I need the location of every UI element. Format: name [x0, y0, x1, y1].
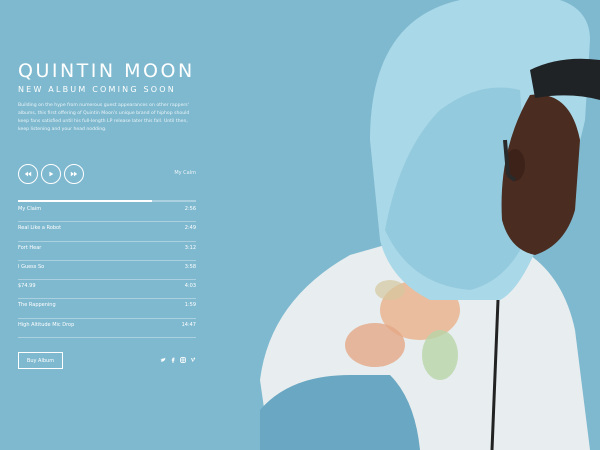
album-description: Building on the hype from numerous guest… — [18, 103, 190, 132]
track-name: My Claim — [18, 206, 42, 212]
track-name: $74.99 — [18, 283, 36, 290]
play-button[interactable] — [41, 164, 61, 184]
jacket-print — [422, 330, 458, 380]
track-duration: 3:58 — [184, 263, 196, 270]
track-row[interactable]: Fort Hear 3:12 — [18, 242, 196, 261]
track-name: Fort Hear — [18, 244, 42, 251]
jacket-print — [375, 280, 405, 300]
social-links — [160, 357, 196, 363]
track-duration: 3:12 — [184, 244, 196, 251]
track-row[interactable]: The Rappening 1:59 — [18, 299, 196, 319]
track-duration: 14:47 — [181, 321, 196, 328]
track-duration: 2:49 — [184, 225, 196, 232]
twitter-icon[interactable] — [160, 357, 166, 363]
vimeo-icon[interactable] — [190, 357, 196, 363]
track-name: The Rappening — [18, 302, 56, 309]
track-row[interactable]: $74.99 4:03 — [18, 280, 196, 300]
track-list: My Claim 2:56 Real Like a Robot 2:49 Fort He… — [18, 203, 196, 339]
fast-forward-button[interactable] — [64, 164, 84, 184]
album-panel: QUINTIN MOON NEW ALBUM COMING SOON Build… — [18, 0, 198, 450]
progress-bar[interactable] — [18, 200, 196, 202]
facebook-icon[interactable] — [170, 357, 176, 363]
rewind-button[interactable] — [18, 164, 38, 184]
progress-fill — [18, 200, 152, 202]
rewind-icon — [24, 171, 32, 177]
player-controls: My Calm — [18, 164, 196, 184]
track-duration: 4:03 — [184, 283, 196, 290]
album-subtitle: NEW ALBUM COMING SOON — [18, 85, 176, 94]
track-duration: 1:59 — [184, 302, 196, 309]
fast-forward-icon — [70, 171, 78, 177]
instagram-icon[interactable] — [180, 357, 186, 363]
track-row[interactable]: Real Like a Robot 2:49 — [18, 222, 196, 242]
track-name: Real Like a Robot — [18, 225, 62, 232]
play-icon — [49, 171, 54, 177]
track-row[interactable]: High Altitude Mic Drop 14:47 — [18, 319, 196, 339]
hero-photo — [260, 0, 600, 450]
track-duration: 2:56 — [184, 206, 196, 212]
track-row[interactable]: My Claim 2:56 — [18, 203, 196, 223]
page: QUINTIN MOON NEW ALBUM COMING SOON Build… — [0, 0, 600, 450]
now-playing-label: My Calm — [174, 170, 196, 176]
track-name: High Altitude Mic Drop — [18, 321, 75, 328]
jacket-print — [345, 323, 405, 367]
artist-name: QUINTIN MOON — [18, 60, 195, 82]
buy-album-button[interactable]: Buy Album — [18, 352, 63, 369]
track-row[interactable]: I Guess So 3:58 — [18, 261, 196, 281]
track-name: I Guess So — [18, 263, 45, 270]
